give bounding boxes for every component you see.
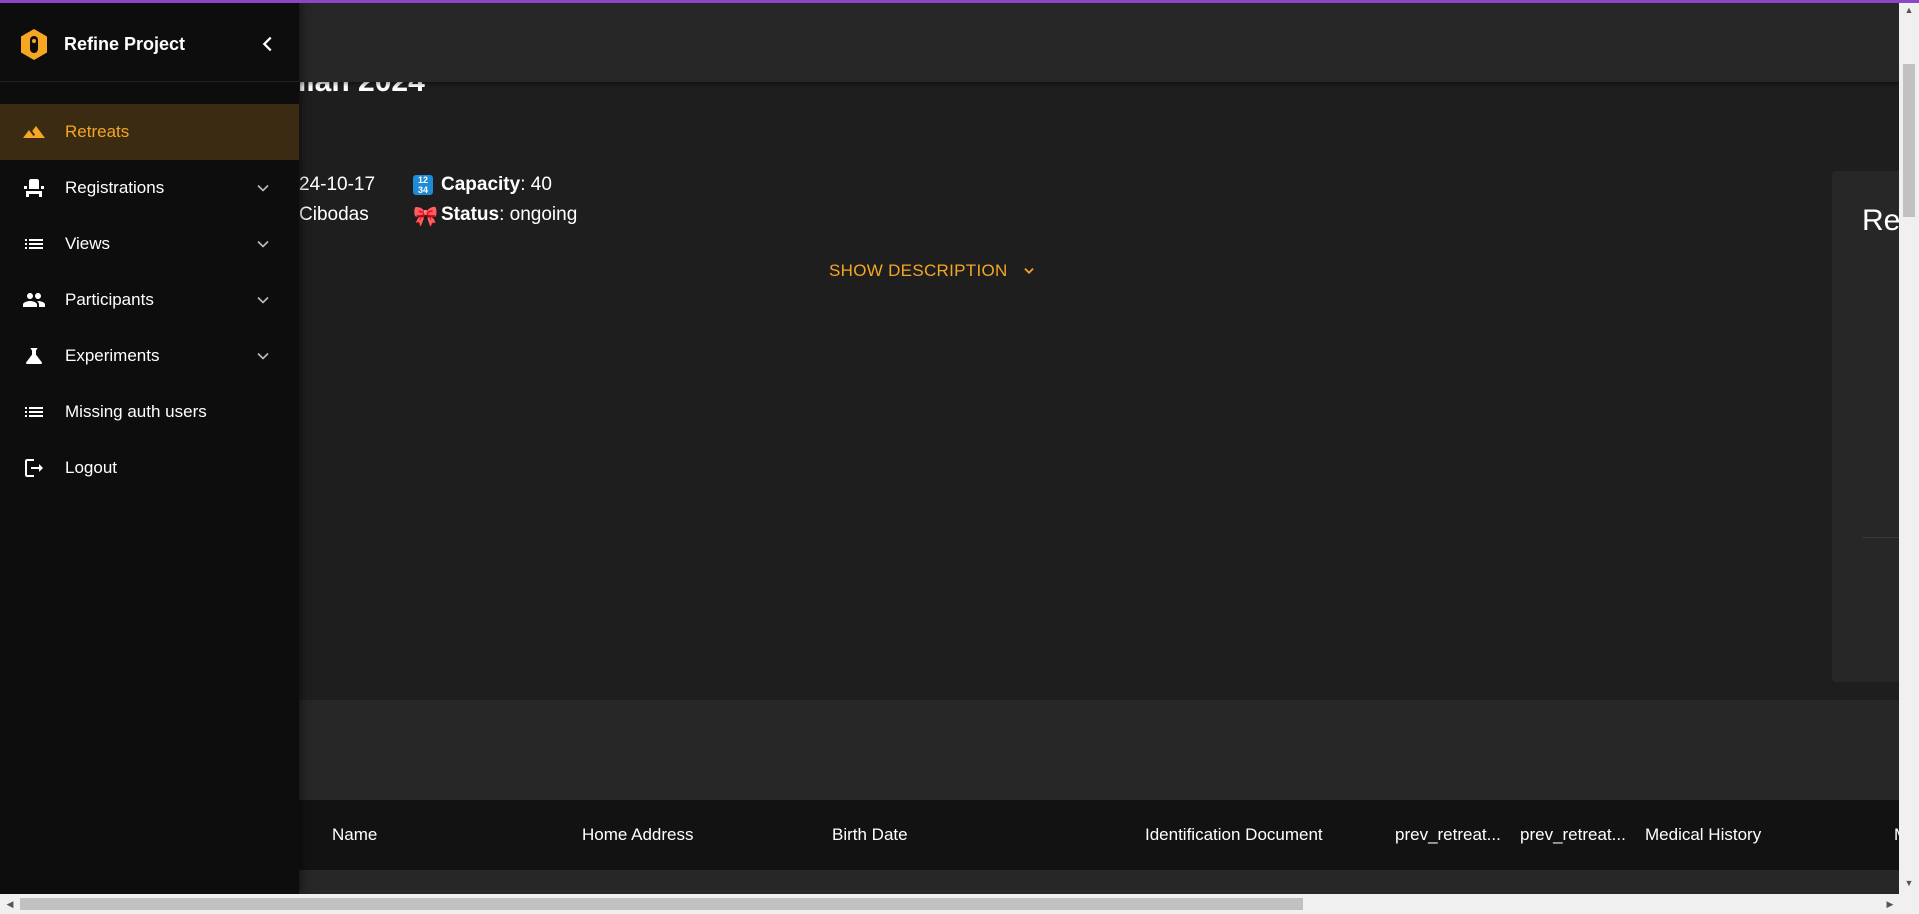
horizontal-scrollbar[interactable]: ◀ ▶ (0, 894, 1919, 914)
flask-icon (21, 343, 47, 369)
show-description-button[interactable]: SHOW DESCRIPTION (829, 261, 1036, 281)
scroll-right-arrow-icon[interactable]: ▶ (1885, 899, 1895, 909)
chevron-left-icon[interactable] (257, 33, 279, 55)
app-title: Refine Project (64, 34, 186, 54)
chevron-down-icon (1023, 268, 1034, 274)
list-icon (21, 399, 47, 425)
sidebar-item-label: Registrations (65, 178, 165, 197)
column-header-prev-retreat-2[interactable]: prev_retreat... (1520, 825, 1632, 845)
sidebar-item-label: Missing auth users (65, 402, 207, 421)
sidebar-item-label: Participants (65, 290, 154, 309)
capacity-info: 12 34 Capacity: 40 (413, 174, 552, 196)
registrations-card-title: Re (1862, 204, 1899, 237)
show-description-label: SHOW DESCRIPTION (829, 261, 1008, 280)
sidebar-item-label: Logout (65, 458, 117, 477)
brand-header: Refine Project (0, 3, 299, 82)
seat-icon (21, 175, 47, 201)
column-header-birth-date[interactable]: Birth Date (832, 825, 1032, 845)
list-icon (21, 231, 47, 257)
scroll-down-arrow-icon[interactable]: ▼ (1904, 878, 1914, 888)
chevron-down-icon (253, 234, 273, 254)
sidebar-item-label: Views (65, 234, 111, 253)
status-value: : ongoing (499, 204, 578, 225)
sidebar-item-label: Retreats (65, 122, 130, 141)
ribbon-icon: 🎀 (413, 206, 438, 228)
capacity-value: : 40 (520, 174, 552, 195)
numbers-icon: 12 34 (413, 175, 433, 195)
scroll-left-arrow-icon[interactable]: ◀ (5, 899, 15, 909)
vertical-scroll-thumb[interactable] (1903, 64, 1915, 217)
sidebar-item-logout[interactable]: Logout (0, 440, 299, 496)
people-icon (21, 287, 47, 313)
scroll-up-arrow-icon[interactable]: ▲ (1904, 5, 1914, 15)
divider (1862, 537, 1899, 538)
column-header-medical-history[interactable]: Medical History (1645, 825, 1805, 845)
retreat-date: 24-10-17 (299, 174, 376, 195)
capacity-label: Capacity (441, 174, 521, 195)
top-accent-line (0, 0, 1919, 3)
registrations-card: Re (1832, 171, 1899, 682)
mountain-icon (21, 119, 47, 145)
horizontal-scroll-thumb[interactable] (20, 898, 1303, 910)
chevron-down-icon (253, 178, 273, 198)
sidebar-item-label: Experiments (65, 346, 160, 365)
sidebar-item-experiments[interactable]: Experiments (0, 328, 299, 384)
column-header-identification-document[interactable]: Identification Document (1145, 825, 1365, 845)
refine-logo-icon (21, 29, 47, 60)
sidebar-item-retreats[interactable]: Retreats (0, 104, 299, 160)
chevron-down-icon (253, 346, 273, 366)
chevron-down-icon (253, 290, 273, 310)
column-header-prev-retreat-1[interactable]: prev_retreat... (1395, 825, 1507, 845)
status-label: Status (441, 204, 500, 225)
retreat-location: Cibodas (299, 204, 369, 225)
sidebar-drawer: Refine Project Retreats Registrations Vi… (0, 3, 299, 894)
column-header-name[interactable]: Name (332, 825, 512, 845)
sidebar-item-missing-auth-users[interactable]: Missing auth users (0, 384, 299, 440)
status-info: 🎀 Status: ongoing (413, 204, 577, 227)
logout-icon (21, 455, 47, 481)
sidebar-item-participants[interactable]: Participants (0, 272, 299, 328)
vertical-scrollbar[interactable]: ▲ ▼ (1899, 0, 1919, 894)
sidebar-item-registrations[interactable]: Registrations (0, 160, 299, 216)
column-header-home-address[interactable]: Home Address (582, 825, 762, 845)
sidebar-item-views[interactable]: Views (0, 216, 299, 272)
